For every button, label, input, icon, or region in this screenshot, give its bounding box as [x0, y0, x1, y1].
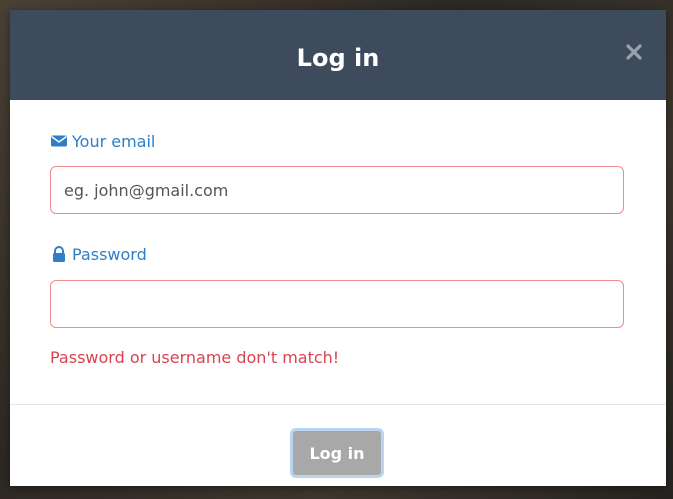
modal-title: Log in [296, 44, 380, 72]
close-icon [626, 44, 642, 60]
modal-header: Log in [10, 10, 666, 100]
error-message: Password or username don't match! [50, 348, 340, 367]
login-modal: Log in Your email Password Password or u… [10, 10, 666, 486]
envelope-icon [50, 133, 68, 149]
lock-icon [50, 246, 68, 262]
password-input[interactable] [50, 280, 624, 328]
footer-divider [10, 404, 666, 405]
login-button[interactable]: Log in [290, 428, 384, 478]
password-label: Password [50, 243, 147, 265]
email-label-text: Your email [72, 131, 156, 151]
close-button[interactable] [622, 40, 646, 64]
email-input[interactable] [50, 166, 624, 214]
password-label-text: Password [72, 244, 147, 264]
email-label: Your email [50, 130, 155, 152]
